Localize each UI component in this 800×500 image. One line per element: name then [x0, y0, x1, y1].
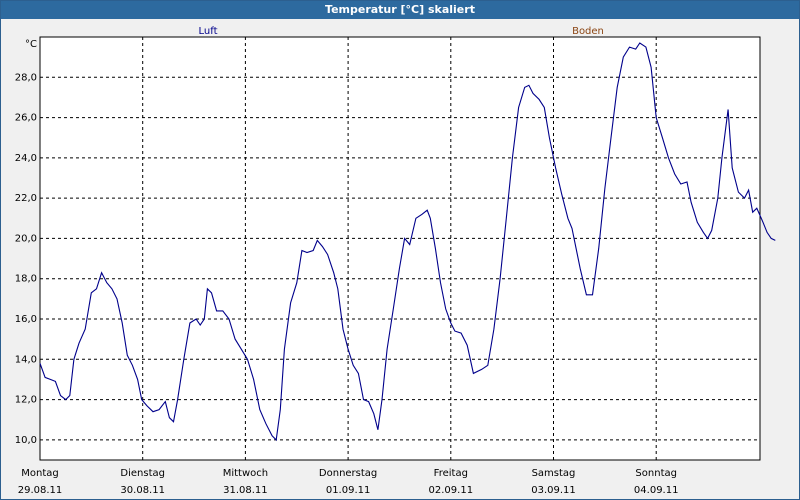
x-tick-date: 02.09.11 [429, 485, 474, 496]
x-tick-day: Dienstag [120, 468, 165, 479]
x-tick-day: Sonntag [635, 468, 677, 479]
x-tick-date: 01.09.11 [326, 485, 371, 496]
y-tick-label: 20,0 [15, 233, 37, 244]
plot-area [39, 36, 761, 461]
x-tick-date: 30.08.11 [120, 485, 165, 496]
y-tick-label: 28,0 [15, 72, 37, 83]
y-tick-label: 18,0 [15, 274, 37, 285]
y-tick-label: 22,0 [15, 193, 37, 204]
y-unit-label: °C [25, 39, 37, 50]
x-tick-day: Mittwoch [223, 468, 268, 479]
y-tick-label: 12,0 [15, 395, 37, 406]
y-tick-label: 16,0 [15, 314, 37, 325]
x-tick-day: Samstag [532, 468, 576, 479]
y-tick-label: 24,0 [15, 153, 37, 164]
x-tick-day: Donnerstag [319, 468, 377, 479]
x-tick-day: Freitag [434, 468, 468, 479]
x-tick-day: Montag [21, 468, 58, 479]
y-tick-label: 26,0 [15, 113, 37, 124]
legend-boden: Boden [572, 26, 604, 37]
y-tick-label: 14,0 [15, 354, 37, 365]
x-tick-date: 03.09.11 [531, 485, 576, 496]
x-tick-date: 04.09.11 [634, 485, 679, 496]
legend-luft: Luft [199, 26, 218, 37]
x-tick-date: 31.08.11 [223, 485, 268, 496]
y-tick-label: 10,0 [15, 435, 37, 446]
x-tick-date: 29.08.11 [18, 485, 63, 496]
temperature-chart: 10,0 12,0 14,0 16,0 18,0 20,0 22,0 24,0 26,0 28,0… [15, 26, 776, 496]
